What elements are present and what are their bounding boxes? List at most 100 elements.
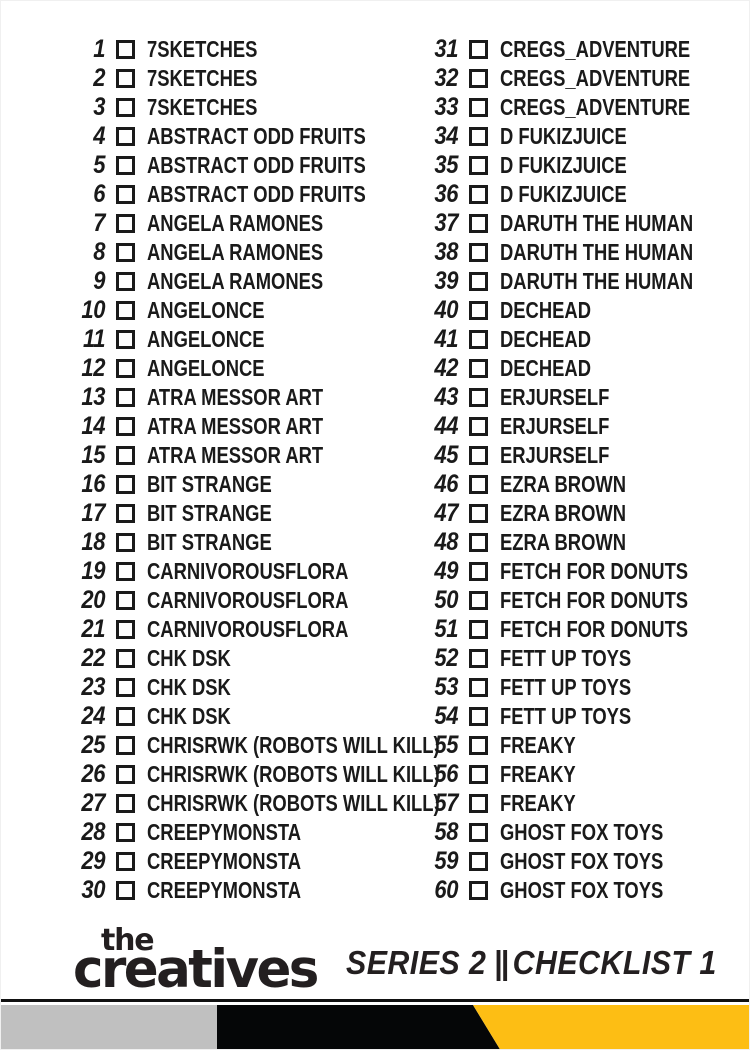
checkbox-icon[interactable] <box>116 591 135 610</box>
checklist-row[interactable]: 41 DECHEAD <box>416 325 716 354</box>
checklist-row[interactable]: 28 CREEPYMONSTA <box>63 818 413 847</box>
checkbox-icon[interactable] <box>469 707 488 726</box>
checklist-row[interactable]: 29 CREEPYMONSTA <box>63 847 413 876</box>
checkbox-icon[interactable] <box>116 388 135 407</box>
checkbox-icon[interactable] <box>469 620 488 639</box>
checklist-row[interactable]: 44 ERJURSELF <box>416 412 716 441</box>
checklist-row[interactable]: 3 7SKETCHES <box>63 93 413 122</box>
checkbox-icon[interactable] <box>469 678 488 697</box>
checklist-row[interactable]: 15 ATRA MESSOR ART <box>63 441 413 470</box>
checkbox-icon[interactable] <box>116 881 135 900</box>
checkbox-icon[interactable] <box>116 678 135 697</box>
checkbox-icon[interactable] <box>116 504 135 523</box>
checklist-row[interactable]: 20 CARNIVOROUSFLORA <box>63 586 413 615</box>
checklist-row[interactable]: 45 ERJURSELF <box>416 441 716 470</box>
checkbox-icon[interactable] <box>116 620 135 639</box>
checkbox-icon[interactable] <box>116 446 135 465</box>
checkbox-icon[interactable] <box>116 40 135 59</box>
checkbox-icon[interactable] <box>469 388 488 407</box>
checkbox-icon[interactable] <box>116 214 135 233</box>
checkbox-icon[interactable] <box>469 243 488 262</box>
checkbox-icon[interactable] <box>116 707 135 726</box>
checkbox-icon[interactable] <box>469 214 488 233</box>
checklist-row[interactable]: 12 ANGELONCE <box>63 354 413 383</box>
checklist-row[interactable]: 24 CHK DSK <box>63 702 413 731</box>
checkbox-icon[interactable] <box>116 562 135 581</box>
checkbox-icon[interactable] <box>469 794 488 813</box>
checkbox-icon[interactable] <box>469 185 488 204</box>
checkbox-icon[interactable] <box>116 852 135 871</box>
checkbox-icon[interactable] <box>469 156 488 175</box>
checklist-row[interactable]: 48 EZRA BROWN <box>416 528 716 557</box>
checkbox-icon[interactable] <box>469 330 488 349</box>
checklist-row[interactable]: 14 ATRA MESSOR ART <box>63 412 413 441</box>
checkbox-icon[interactable] <box>469 591 488 610</box>
checkbox-icon[interactable] <box>469 359 488 378</box>
checklist-row[interactable]: 5 ABSTRACT ODD FRUITS <box>63 151 413 180</box>
checkbox-icon[interactable] <box>469 417 488 436</box>
checklist-row[interactable]: 38 DARUTH THE HUMAN <box>416 238 716 267</box>
checklist-row[interactable]: 2 7SKETCHES <box>63 64 413 93</box>
checklist-row[interactable]: 57 FREAKY <box>416 789 716 818</box>
checklist-row[interactable]: 43 ERJURSELF <box>416 383 716 412</box>
checklist-row[interactable]: 17 BIT STRANGE <box>63 499 413 528</box>
checkbox-icon[interactable] <box>116 359 135 378</box>
checkbox-icon[interactable] <box>469 272 488 291</box>
checklist-row[interactable]: 51 FETCH FOR DONUTS <box>416 615 716 644</box>
checklist-row[interactable]: 25 CHRISRWK (ROBOTS WILL KILL) <box>63 731 439 760</box>
checklist-row[interactable]: 59 GHOST FOX TOYS <box>416 847 716 876</box>
checklist-row[interactable]: 26 CHRISRWK (ROBOTS WILL KILL) <box>63 760 439 789</box>
checkbox-icon[interactable] <box>469 533 488 552</box>
checklist-row[interactable]: 27 CHRISRWK (ROBOTS WILL KILL) <box>63 789 439 818</box>
checkbox-icon[interactable] <box>116 69 135 88</box>
checkbox-icon[interactable] <box>116 156 135 175</box>
checkbox-icon[interactable] <box>469 475 488 494</box>
checkbox-icon[interactable] <box>116 475 135 494</box>
checklist-row[interactable]: 10 ANGELONCE <box>63 296 413 325</box>
checklist-row[interactable]: 1 7SKETCHES <box>63 35 413 64</box>
checklist-row[interactable]: 7 ANGELA RAMONES <box>63 209 413 238</box>
checkbox-icon[interactable] <box>116 243 135 262</box>
checklist-row[interactable]: 8 ANGELA RAMONES <box>63 238 413 267</box>
checklist-row[interactable]: 54 FETT UP TOYS <box>416 702 716 731</box>
checkbox-icon[interactable] <box>469 823 488 842</box>
checklist-row[interactable]: 16 BIT STRANGE <box>63 470 413 499</box>
checkbox-icon[interactable] <box>116 417 135 436</box>
checkbox-icon[interactable] <box>116 649 135 668</box>
checklist-row[interactable]: 35 D FUKIZJUICE <box>416 151 716 180</box>
checklist-row[interactable]: 11 ANGELONCE <box>63 325 413 354</box>
checkbox-icon[interactable] <box>116 272 135 291</box>
checklist-row[interactable]: 49 FETCH FOR DONUTS <box>416 557 716 586</box>
checkbox-icon[interactable] <box>469 40 488 59</box>
checkbox-icon[interactable] <box>469 504 488 523</box>
checklist-row[interactable]: 40 DECHEAD <box>416 296 716 325</box>
checklist-row[interactable]: 34 D FUKIZJUICE <box>416 122 716 151</box>
checkbox-icon[interactable] <box>116 794 135 813</box>
checkbox-icon[interactable] <box>116 823 135 842</box>
checkbox-icon[interactable] <box>469 649 488 668</box>
checklist-row[interactable]: 53 FETT UP TOYS <box>416 673 716 702</box>
checklist-row[interactable]: 23 CHK DSK <box>63 673 413 702</box>
checkbox-icon[interactable] <box>116 127 135 146</box>
checkbox-icon[interactable] <box>469 881 488 900</box>
checkbox-icon[interactable] <box>469 562 488 581</box>
checklist-row[interactable]: 60 GHOST FOX TOYS <box>416 876 716 905</box>
checklist-row[interactable]: 30 CREEPYMONSTA <box>63 876 413 905</box>
checkbox-icon[interactable] <box>469 736 488 755</box>
checklist-row[interactable]: 42 DECHEAD <box>416 354 716 383</box>
checklist-row[interactable]: 55 FREAKY <box>416 731 716 760</box>
checkbox-icon[interactable] <box>116 736 135 755</box>
checklist-row[interactable]: 37 DARUTH THE HUMAN <box>416 209 716 238</box>
checkbox-icon[interactable] <box>469 446 488 465</box>
checklist-row[interactable]: 21 CARNIVOROUSFLORA <box>63 615 413 644</box>
checkbox-icon[interactable] <box>116 330 135 349</box>
checklist-row[interactable]: 32 CREGS_ADVENTURE <box>416 64 716 93</box>
checkbox-icon[interactable] <box>469 301 488 320</box>
checkbox-icon[interactable] <box>469 852 488 871</box>
checklist-row[interactable]: 50 FETCH FOR DONUTS <box>416 586 716 615</box>
checkbox-icon[interactable] <box>116 301 135 320</box>
checklist-row[interactable]: 39 DARUTH THE HUMAN <box>416 267 716 296</box>
checklist-row[interactable]: 56 FREAKY <box>416 760 716 789</box>
checklist-row[interactable]: 6 ABSTRACT ODD FRUITS <box>63 180 413 209</box>
checklist-row[interactable]: 52 FETT UP TOYS <box>416 644 716 673</box>
